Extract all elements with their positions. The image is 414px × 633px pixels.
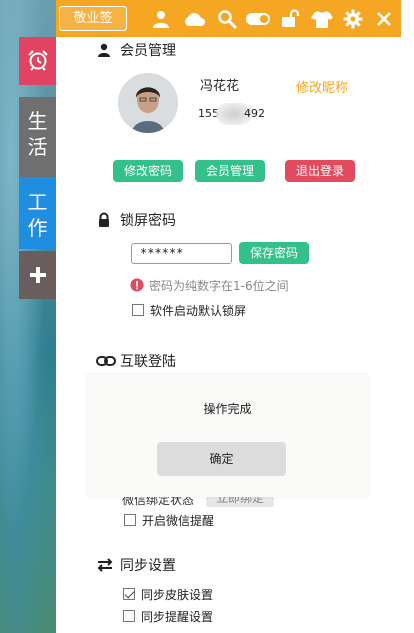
background-scenery (0, 0, 56, 633)
warning-icon (130, 277, 144, 292)
tab-work[interactable]: 工 作 (19, 177, 56, 249)
search-icon[interactable] (217, 9, 237, 29)
alarm-clock-icon (27, 50, 48, 71)
close-icon[interactable] (374, 9, 394, 29)
startup-lock-checkbox[interactable] (132, 304, 144, 316)
toggle-icon[interactable] (245, 9, 271, 29)
confirm-dialog: 操作完成 确定 (87, 374, 368, 497)
sync-remind-checkbox[interactable] (123, 610, 135, 622)
dialog-ok-button[interactable]: 确定 (157, 442, 286, 476)
sync-remind-label: 同步提醒设置 (141, 610, 214, 624)
user-icon[interactable] (151, 9, 171, 29)
top-bar: 敬业签 (56, 0, 401, 37)
save-password-button[interactable]: 保存密码 (239, 242, 309, 264)
avatar[interactable] (118, 73, 178, 133)
phone-number-end: 492 (244, 107, 265, 120)
startup-lock-label: 软件启动默认锁屏 (150, 304, 247, 318)
password-hint: 密码为纯数字在1-6位之间 (149, 279, 289, 293)
sync-section-title: 同步设置 (120, 558, 176, 574)
tab-work-label: 工 作 (27, 190, 48, 240)
brand-logo[interactable]: 敬业签 (59, 6, 127, 31)
wechat-remind-label: 开启微信提醒 (142, 514, 215, 528)
member-section-title: 会员管理 (120, 43, 176, 59)
shirt-icon[interactable] (311, 9, 333, 29)
wechat-remind-checkbox[interactable] (124, 514, 136, 526)
change-password-button[interactable]: 修改密码 (113, 160, 183, 182)
settings-panel: 会员管理 冯花花 1550 492 修改昵称 修改密码 会员管理 退出登录 锁屏… (56, 37, 401, 633)
member-manage-button[interactable]: 会员管理 (195, 160, 265, 182)
unlock-icon[interactable] (280, 9, 300, 29)
tab-reminders[interactable] (19, 37, 56, 85)
lock-section-title: 锁屏密码 (120, 213, 176, 229)
sync-skin-label: 同步皮肤设置 (141, 588, 214, 602)
logout-button[interactable]: 退出登录 (285, 160, 355, 182)
sync-icon (96, 557, 114, 573)
user-icon (96, 42, 112, 58)
gear-icon[interactable] (343, 9, 363, 29)
link-icon (96, 353, 116, 369)
tab-life-label: 生 活 (27, 109, 48, 159)
lock-password-input[interactable]: ****** (131, 243, 232, 264)
tab-life[interactable]: 生 活 (19, 97, 56, 177)
sync-skin-checkbox[interactable] (123, 588, 135, 600)
window-edge (401, 0, 414, 633)
cloud-icon[interactable] (182, 9, 206, 29)
edit-nickname-link[interactable]: 修改昵称 (296, 77, 348, 96)
dialog-message: 操作完成 (203, 402, 252, 416)
plus-icon (29, 267, 46, 283)
tab-add[interactable] (19, 251, 56, 299)
connect-section-title: 互联登陆 (120, 354, 176, 370)
lock-icon (96, 212, 112, 228)
nickname: 冯花花 (200, 79, 240, 94)
